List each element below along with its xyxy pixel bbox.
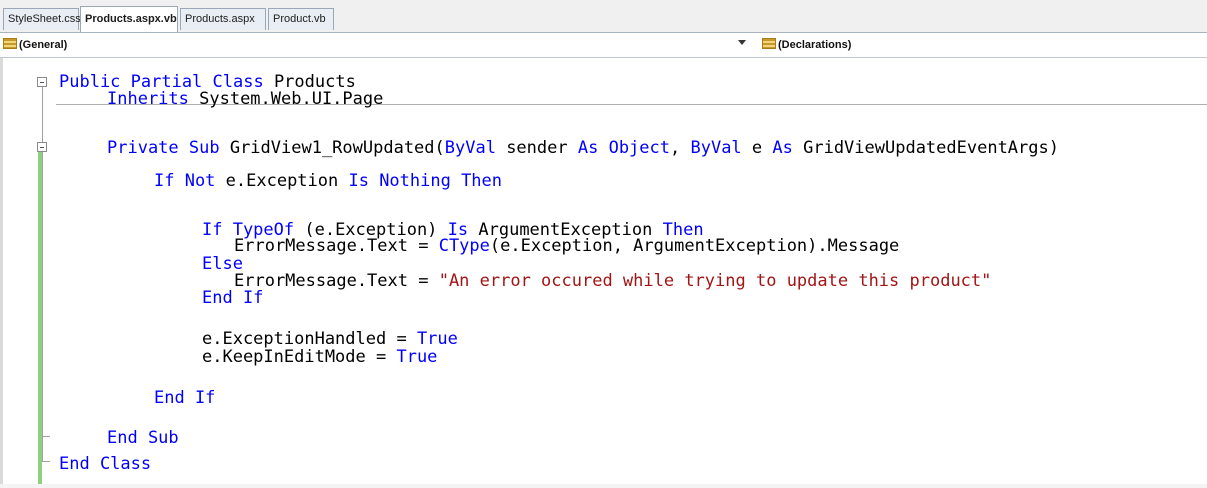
declarations-icon — [762, 38, 776, 49]
string-literal: "An error occured while trying to update… — [438, 271, 992, 291]
code-text: ErrorMessage.Text = — [234, 271, 439, 291]
keyword: ByVal — [690, 138, 742, 158]
bottom-border — [0, 484, 1207, 488]
outline-guide — [42, 152, 43, 462]
code-text: ErrorMessage.Text = — [234, 236, 439, 256]
code-line-8: ErrorMessage.Text = "An error occured wh… — [234, 271, 991, 291]
class-name-dropdown[interactable]: (General) — [3, 37, 67, 53]
outline-end-marker — [42, 461, 50, 462]
code-line-13: End Sub — [107, 428, 179, 448]
keyword: End If — [154, 388, 216, 408]
code-line-3: Private Sub GridView1_RowUpdated(ByVal s… — [107, 138, 1059, 158]
code-text: , — [670, 138, 691, 158]
code-line-12: End If — [154, 388, 215, 408]
keyword: End If — [202, 288, 264, 308]
keyword: If Not — [154, 171, 216, 191]
keyword: As — [772, 138, 793, 158]
keyword: As — [577, 138, 599, 158]
keyword: ByVal — [444, 138, 496, 158]
code-line-4: If Not e.Exception Is Nothing Then — [154, 171, 502, 191]
keyword: True — [416, 329, 458, 349]
class-dropdown-label: (General) — [19, 39, 68, 51]
code-line-10: e.ExceptionHandled = True — [202, 329, 458, 349]
keyword: Private Sub — [107, 138, 220, 158]
keyword: CType — [438, 236, 490, 256]
keyword: Inherits — [107, 89, 189, 109]
code-text: sender — [495, 138, 578, 158]
code-line-2: Inherits System.Web.UI.Page — [107, 89, 383, 109]
code-text: System.Web.UI.Page — [188, 89, 384, 109]
code-text: GridViewUpdatedEventArgs) — [792, 138, 1059, 158]
keyword: Object — [608, 138, 670, 158]
code-line-14: End Class — [59, 454, 151, 474]
collapse-icon[interactable] — [37, 142, 47, 152]
outline-guide — [42, 87, 43, 143]
navigation-bar: (General) (Declarations) — [0, 33, 1207, 58]
tab-product-vb[interactable]: Product.vb — [268, 8, 334, 30]
keyword: Is Nothing Then — [348, 171, 503, 191]
code-line-6: ErrorMessage.Text = CType(e.Exception, A… — [234, 236, 899, 256]
keyword: End Class — [59, 454, 152, 474]
code-line-11: e.KeepInEditMode = True — [202, 347, 437, 367]
keyword: End Sub — [107, 428, 179, 448]
document-tab-strip: StyleSheet.css Products.aspx.vb Products… — [0, 0, 1207, 33]
tab-products-aspx[interactable]: Products.aspx — [180, 8, 266, 30]
editor-left-margin — [0, 58, 3, 488]
code-editor[interactable]: Public Partial Class Products Inherits S… — [0, 58, 1207, 488]
keyword: True — [396, 347, 438, 367]
code-text: e — [741, 138, 773, 158]
code-text: e.KeepInEditMode = — [202, 347, 397, 367]
outline-end-marker — [42, 436, 50, 437]
collapse-icon[interactable] — [37, 77, 47, 87]
method-name-dropdown[interactable]: (Declarations) — [762, 37, 851, 53]
code-line-9: End If — [202, 288, 263, 308]
code-text: (e.Exception, ArgumentException).Message — [489, 236, 900, 256]
tab-stylesheet-css[interactable]: StyleSheet.css — [3, 8, 81, 30]
class-icon — [3, 38, 17, 49]
tab-products-aspx-vb[interactable]: Products.aspx.vb — [80, 6, 178, 32]
code-text: e.Exception — [215, 171, 349, 191]
code-text: GridView1_RowUpdated( — [219, 138, 445, 158]
dropdown-arrow-icon[interactable] — [738, 40, 746, 45]
code-text: e.ExceptionHandled = — [202, 329, 417, 349]
member-dropdown-label: (Declarations) — [778, 39, 852, 51]
